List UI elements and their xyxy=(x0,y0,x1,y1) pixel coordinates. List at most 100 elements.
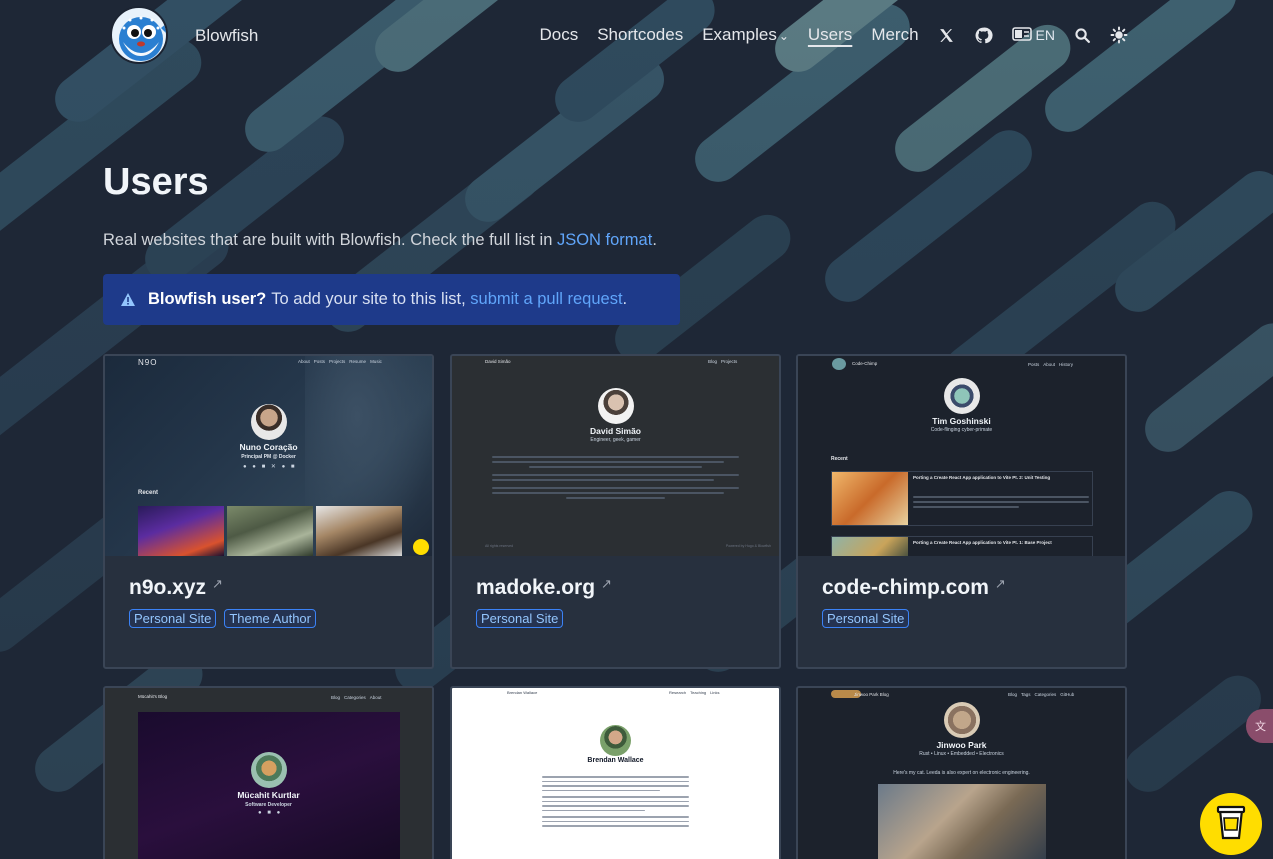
preview-nav-item: Projects xyxy=(329,359,346,364)
post-title: Porting a Create React App application t… xyxy=(913,475,1051,480)
nav-docs[interactable]: Docs xyxy=(539,25,578,45)
info-admonition: Blowfish user? To add your site to this … xyxy=(103,274,680,325)
tag-badge[interactable]: Personal Site xyxy=(822,609,910,628)
preview-nav-item: Projects xyxy=(721,359,738,364)
post-thumbnail xyxy=(138,506,224,556)
nav-merch[interactable]: Merch xyxy=(871,25,918,45)
preview-nav-item: Categories xyxy=(344,695,366,700)
preview-nav: About Posts Projects Resume Music xyxy=(298,359,382,364)
submit-pull-request-link[interactable]: submit a pull request xyxy=(470,290,622,309)
admonition-end: . xyxy=(622,290,628,308)
preview-role: Code-flinging cyber-primate xyxy=(930,427,993,433)
preview-brand: Code-Chimp xyxy=(852,361,878,366)
preview-brand: Mücahit's Blog xyxy=(138,694,168,699)
preview-role: Engineer, geek, gamer xyxy=(590,437,641,443)
preview-body-text xyxy=(492,456,739,502)
github-icon[interactable] xyxy=(974,26,993,45)
site-title[interactable]: Blowfish xyxy=(195,26,258,46)
preview-nav-item: History xyxy=(1059,362,1074,367)
avatar xyxy=(251,404,287,440)
tag-badge[interactable]: Personal Site xyxy=(476,609,564,628)
main-nav: Docs Shortcodes Examples ⌄ Users Merch EN xyxy=(539,25,1128,45)
site-name[interactable]: madoke.org ↗ xyxy=(476,576,612,600)
preview-person: Jinwoo Park xyxy=(936,740,987,750)
preview-person: Tim Goshinski xyxy=(932,416,991,426)
nav-examples[interactable]: Examples ⌄ xyxy=(702,25,789,45)
cat-photo xyxy=(878,784,1046,859)
x-twitter-icon[interactable] xyxy=(938,27,955,44)
user-card-brendan[interactable]: Brendan Wallace Research Teaching Links … xyxy=(450,686,781,859)
post-excerpt xyxy=(913,496,1089,511)
user-card-code-chimp[interactable]: Code-Chimp Posts About History Tim Goshi… xyxy=(796,354,1127,669)
preview-nav-item: Research xyxy=(669,690,687,695)
nav-users[interactable]: Users xyxy=(808,25,852,45)
social-icons: ● ● ■ ✕ ● ■ xyxy=(243,464,297,470)
external-link-icon: ↗ xyxy=(212,576,223,591)
site-header: Blowfish Docs Shortcodes Examples ⌄ Users… xyxy=(0,0,1273,72)
preview-brand: Jinwoo Park Blog xyxy=(854,692,889,697)
site-screenshot[interactable]: David Simão Blog Projects David Simão En… xyxy=(452,356,779,556)
blowfish-logo[interactable] xyxy=(110,6,168,64)
language-icon xyxy=(1011,26,1032,44)
preview-person: Brendan Wallace xyxy=(587,757,644,764)
site-name[interactable]: n9o.xyz ↗ xyxy=(129,576,223,600)
post-thumbnail xyxy=(227,506,313,556)
user-card-mucahit[interactable]: Mücahit's Blog Blog Categories About Müc… xyxy=(103,686,434,859)
preview-nav-item: Teaching xyxy=(690,690,707,695)
tag-list: Personal Site Theme Author xyxy=(129,609,316,628)
avatar xyxy=(944,378,980,414)
avatar xyxy=(600,725,631,756)
post-card: Porting a Create React App application t… xyxy=(831,471,1093,526)
site-name[interactable]: code-chimp.com ↗ xyxy=(822,576,1006,600)
preview-nav: Blog Projects xyxy=(708,359,737,364)
preview-nav-item: Links xyxy=(710,690,720,695)
page-title: Users xyxy=(103,161,209,203)
site-logo-icon xyxy=(832,358,846,370)
post-thumbnail xyxy=(832,472,908,525)
preview-brand: Brendan Wallace xyxy=(507,690,538,695)
site-screenshot[interactable]: Code-Chimp Posts About History Tim Goshi… xyxy=(798,356,1125,556)
theme-toggle-icon[interactable] xyxy=(1110,26,1128,44)
preview-footer-left: All rights reserved xyxy=(485,544,514,548)
preview-nav-item: GitHub xyxy=(1060,692,1075,697)
avatar xyxy=(944,702,980,738)
preview-person: Nuno Coração xyxy=(239,442,298,452)
preview-role: Rust • Linux • Embedded • Electronics xyxy=(919,751,1004,757)
preview-nav: Blog Tags Categories GitHub xyxy=(1008,692,1074,697)
preview-nav-item: Posts xyxy=(313,359,326,364)
avatar xyxy=(598,388,634,424)
translate-button[interactable]: 文 xyxy=(1246,709,1273,743)
preview-nav-item: About xyxy=(369,695,382,700)
language-label: EN xyxy=(1035,27,1055,43)
site-name-label: code-chimp.com xyxy=(822,576,989,599)
site-screenshot[interactable]: N9O About Posts Projects Resume Music Nu… xyxy=(105,356,432,556)
preview-nav-item: Categories xyxy=(1034,692,1057,697)
tag-badge[interactable]: Theme Author xyxy=(224,609,316,628)
preview-person: David Simão xyxy=(589,426,642,436)
language-switcher[interactable]: EN xyxy=(1011,26,1055,44)
buy-me-a-coffee-button[interactable] xyxy=(1200,793,1262,855)
page-lead: Real websites that are built with Blowfi… xyxy=(103,231,657,250)
json-format-link[interactable]: JSON format xyxy=(557,231,652,249)
search-icon[interactable] xyxy=(1074,27,1091,44)
preview-nav: Research Teaching Links xyxy=(669,690,719,695)
preview-nav-item: Music xyxy=(370,359,382,364)
nav-shortcodes[interactable]: Shortcodes xyxy=(597,25,683,45)
chevron-down-icon: ⌄ xyxy=(778,29,789,43)
lead-end: . xyxy=(652,231,657,249)
preview-section: Recent xyxy=(831,456,848,462)
site-screenshot[interactable]: Brendan Wallace Research Teaching Links … xyxy=(452,688,779,859)
preview-nav-item: About xyxy=(1043,362,1056,367)
preview-footer-right: Powered by Hugo & Blowfish xyxy=(725,544,771,548)
tag-badge[interactable]: Personal Site xyxy=(129,609,217,628)
nav-examples-label: Examples xyxy=(702,25,777,44)
user-card-jinwoo[interactable]: Jinwoo Park Blog Blog Tags Categories Gi… xyxy=(796,686,1127,859)
user-card-n9o[interactable]: N9O About Posts Projects Resume Music Nu… xyxy=(103,354,434,669)
user-card-madoke[interactable]: David Simão Blog Projects David Simão En… xyxy=(450,354,781,669)
preview-brand: David Simão xyxy=(485,359,511,364)
preview-section: Recent xyxy=(138,490,159,496)
preview-role: Principal PM @ Docker xyxy=(241,454,296,460)
preview-nav: Blog Categories About xyxy=(331,695,382,700)
site-screenshot[interactable]: Mücahit's Blog Blog Categories About Müc… xyxy=(105,688,432,859)
site-screenshot[interactable]: Jinwoo Park Blog Blog Tags Categories Gi… xyxy=(798,688,1125,859)
